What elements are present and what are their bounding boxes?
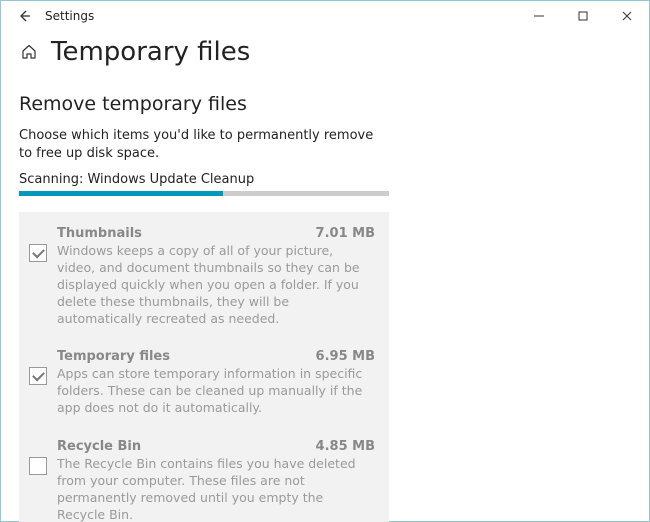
item-head: Temporary files 6.95 MB <box>57 349 375 364</box>
item-head: Thumbnails 7.01 MB <box>57 226 375 241</box>
back-button[interactable] <box>7 1 41 31</box>
intro-text: Choose which items you'd like to permane… <box>19 127 389 162</box>
page-title: Temporary files <box>51 37 250 67</box>
item-checkbox[interactable] <box>29 244 47 262</box>
item-title: Thumbnails <box>57 226 142 241</box>
item-head: Recycle Bin 4.85 MB <box>57 439 375 454</box>
home-button[interactable] <box>19 42 39 62</box>
scan-status: Scanning: Windows Update Cleanup <box>19 172 631 187</box>
item-body: Temporary files 6.95 MB Apps can store tem… <box>57 349 375 417</box>
items-list: Thumbnails 7.01 MB Windows keeps a copy of… <box>19 212 389 522</box>
item-checkbox[interactable] <box>29 457 47 475</box>
minimize-button[interactable] <box>517 1 561 31</box>
title-bar: Settings <box>1 1 649 31</box>
content-area: Remove temporary files Choose which item… <box>1 77 649 522</box>
window-controls <box>517 1 649 31</box>
item-body: Thumbnails 7.01 MB Windows keeps a copy of… <box>57 226 375 327</box>
progress-bar <box>19 191 389 196</box>
item-description: Apps can store temporary information in … <box>57 366 375 417</box>
item-size: 4.85 MB <box>316 439 375 454</box>
file-category-item: Thumbnails 7.01 MB Windows keeps a copy of… <box>19 216 389 339</box>
item-title: Temporary files <box>57 349 170 364</box>
item-size: 6.95 MB <box>316 349 375 364</box>
section-heading: Remove temporary files <box>19 93 631 115</box>
maximize-button[interactable] <box>561 1 605 31</box>
page-header: Temporary files <box>1 31 649 77</box>
item-description: Windows keeps a copy of all of your pict… <box>57 243 375 327</box>
progress-fill <box>19 191 223 196</box>
item-checkbox[interactable] <box>29 367 47 385</box>
item-body: Recycle Bin 4.85 MB The Recycle Bin contai… <box>57 439 375 522</box>
item-title: Recycle Bin <box>57 439 141 454</box>
item-size: 7.01 MB <box>316 226 375 241</box>
app-title: Settings <box>45 9 94 23</box>
close-button[interactable] <box>605 1 649 31</box>
file-category-item: Recycle Bin 4.85 MB The Recycle Bin contai… <box>19 429 389 522</box>
file-category-item: Temporary files 6.95 MB Apps can store tem… <box>19 339 389 429</box>
item-description: The Recycle Bin contains files you have … <box>57 456 375 522</box>
